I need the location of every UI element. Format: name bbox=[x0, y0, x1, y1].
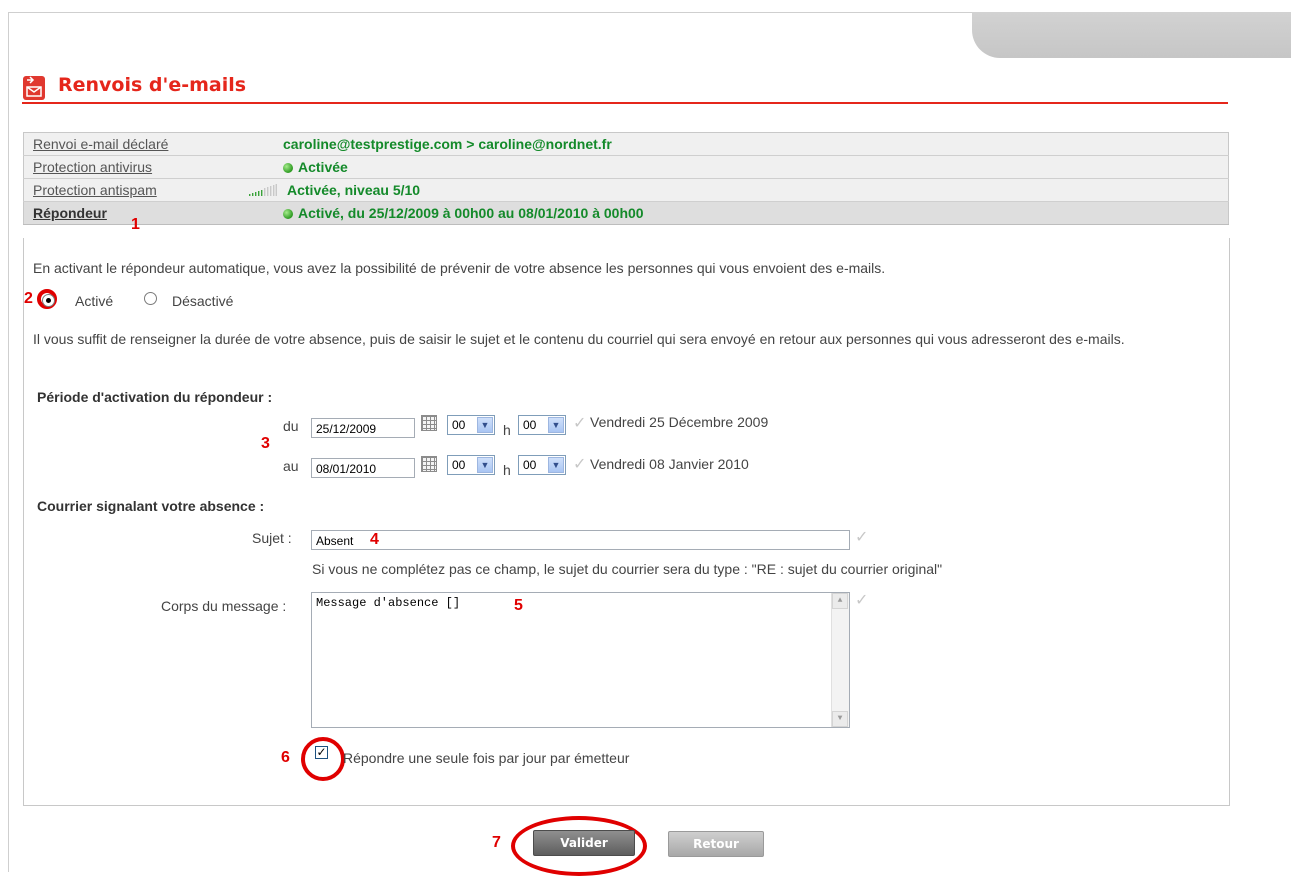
forward-link[interactable]: Renvoi e-mail déclaré bbox=[33, 136, 168, 152]
back-button[interactable]: Retour bbox=[668, 831, 764, 857]
title-divider bbox=[22, 102, 1228, 104]
status-green-dot-icon bbox=[283, 209, 293, 219]
instructions-text: Il vous suffit de renseigner la durée de… bbox=[33, 331, 1125, 347]
submit-button[interactable]: Valider bbox=[533, 830, 635, 856]
to-hour-select[interactable]: 00 ▼ bbox=[447, 455, 495, 475]
antivirus-link[interactable]: Protection antivirus bbox=[33, 159, 152, 175]
annotation-5: 5 bbox=[514, 597, 523, 614]
table-row: Renvoi e-mail déclaré caroline@testprest… bbox=[23, 132, 1229, 156]
textarea-scrollbar[interactable]: ▲ ▼ bbox=[831, 593, 849, 727]
to-readable: Vendredi 08 Janvier 2010 bbox=[590, 456, 749, 472]
signal-level-icon bbox=[249, 183, 277, 199]
body-label: Corps du message : bbox=[161, 598, 287, 614]
scroll-up-icon[interactable]: ▲ bbox=[832, 593, 848, 609]
once-per-day-label: Répondre une seule fois par jour par éme… bbox=[343, 750, 630, 766]
chevron-down-icon: ▼ bbox=[548, 417, 564, 433]
autoresponder-link[interactable]: Répondeur bbox=[33, 205, 107, 221]
table-row: Protection antivirus Activée bbox=[23, 155, 1229, 179]
message-body-textarea[interactable]: Message d'absence [] ▲ ▼ bbox=[311, 592, 850, 728]
annotation-7: 7 bbox=[492, 834, 501, 851]
annotation-4: 4 bbox=[370, 531, 379, 548]
from-readable: Vendredi 25 Décembre 2009 bbox=[590, 414, 769, 430]
annotation-6: 6 bbox=[281, 749, 290, 766]
subject-label: Sujet : bbox=[252, 530, 292, 546]
top-tab-decoration bbox=[972, 12, 1291, 58]
scroll-down-icon[interactable]: ▼ bbox=[832, 711, 848, 727]
annotation-1: 1 bbox=[131, 216, 140, 233]
from-hour-select[interactable]: 00 ▼ bbox=[447, 415, 495, 435]
frame-left-border bbox=[8, 12, 9, 872]
antispam-link[interactable]: Protection antispam bbox=[33, 182, 157, 198]
autoresponder-value: Activé, du 25/12/2009 à 00h00 au 08/01/2… bbox=[298, 205, 644, 221]
hour-separator: h bbox=[503, 422, 511, 438]
radio-inactive[interactable] bbox=[144, 292, 157, 305]
table-row: Protection antispam Activée, niveau 5/10 bbox=[23, 178, 1229, 202]
radio-active[interactable] bbox=[42, 294, 55, 307]
to-label: au bbox=[283, 458, 299, 474]
radio-inactive-label: Désactivé bbox=[172, 293, 234, 309]
check-icon: ✓ bbox=[855, 529, 869, 546]
subject-hint: Si vous ne complétez pas ce champ, le su… bbox=[312, 561, 943, 577]
chevron-down-icon: ▼ bbox=[548, 457, 564, 473]
page-title: Renvois d'e-mails bbox=[58, 74, 247, 96]
annotation-2: 2 bbox=[24, 290, 33, 307]
status-summary-table: Renvoi e-mail déclaré caroline@testprest… bbox=[23, 132, 1229, 225]
status-green-dot-icon bbox=[283, 163, 293, 173]
to-date-input[interactable]: 08/01/2010 bbox=[311, 458, 415, 478]
chevron-down-icon: ▼ bbox=[477, 417, 493, 433]
from-label: du bbox=[283, 418, 299, 434]
chevron-down-icon: ▼ bbox=[477, 457, 493, 473]
frame-top-border bbox=[8, 12, 976, 13]
to-minute-select[interactable]: 00 ▼ bbox=[518, 455, 566, 475]
highlight-circle bbox=[301, 737, 345, 781]
check-icon: ✓ bbox=[855, 592, 869, 609]
from-minute-select[interactable]: 00 ▼ bbox=[518, 415, 566, 435]
subject-input[interactable]: Absent bbox=[311, 530, 850, 550]
mail-forward-icon bbox=[23, 76, 45, 100]
calendar-icon[interactable] bbox=[421, 456, 437, 472]
calendar-icon[interactable] bbox=[421, 415, 437, 431]
hour-separator: h bbox=[503, 462, 511, 478]
check-icon: ✓ bbox=[573, 456, 587, 473]
annotation-3: 3 bbox=[261, 435, 270, 452]
intro-text: En activant le répondeur automatique, vo… bbox=[33, 260, 886, 276]
once-per-day-checkbox[interactable]: ✓ bbox=[315, 746, 328, 759]
radio-active-label: Activé bbox=[75, 293, 114, 309]
period-heading: Période d'activation du répondeur : bbox=[37, 389, 273, 405]
forward-value: caroline@testprestige.com > caroline@nor… bbox=[277, 132, 1229, 156]
check-icon: ✓ bbox=[573, 415, 587, 432]
mail-heading: Courrier signalant votre absence : bbox=[37, 498, 265, 514]
antispam-value: Activée, niveau 5/10 bbox=[287, 181, 421, 198]
antivirus-value: Activée bbox=[298, 159, 348, 175]
from-date-input[interactable]: 25/12/2009 bbox=[311, 418, 415, 438]
table-row: Répondeur Activé, du 25/12/2009 à 00h00 … bbox=[23, 201, 1229, 225]
